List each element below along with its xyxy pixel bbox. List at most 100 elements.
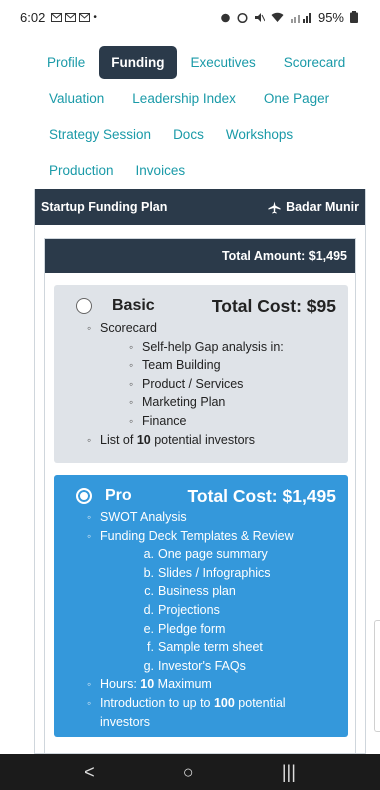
sub-feature-item: e. Pledge form	[134, 620, 348, 639]
mail-icon	[51, 12, 63, 22]
sub-feature-item: b. Slides / Infographics	[134, 564, 348, 583]
status-left: 6:02 •	[20, 10, 97, 25]
sub-feature-item: c. Business plan	[134, 582, 348, 601]
side-floating-tab[interactable]	[374, 620, 380, 732]
feature-text: potential investors	[150, 432, 255, 447]
status-bar: 6:02 • 95%	[0, 0, 380, 34]
tab-executives[interactable]: Executives	[181, 47, 266, 78]
plan-cost: Total Cost: $95	[211, 295, 336, 316]
feature-number: 10	[136, 432, 151, 447]
recents-button[interactable]: |||	[282, 762, 296, 783]
plan-card-header: Pro Total Cost: $1,495	[54, 481, 348, 511]
sub-feature-text: Projections	[158, 602, 220, 617]
sub-feature-item: Finance	[129, 412, 348, 431]
status-right: 95%	[220, 10, 358, 25]
tab-docs[interactable]: Docs	[163, 119, 214, 150]
sub-feature-text: Business plan	[158, 584, 236, 599]
mail-icon	[79, 12, 91, 22]
signal-icon	[290, 12, 311, 23]
nav-row-2: Valuation Leadership Index One Pager	[39, 80, 368, 116]
plan-name: Pro	[105, 487, 132, 504]
feature-item: Introduction to up to 100 potential inve…	[87, 694, 348, 731]
notification-icons: •	[51, 12, 97, 23]
feature-item: Funding Deck Templates & Review a. One pa…	[87, 527, 348, 676]
plan-cost: Total Cost: $1,495	[187, 485, 336, 506]
battery-percent: 95%	[317, 9, 344, 25]
plan-radio-pro[interactable]	[76, 488, 92, 504]
sub-feature-item: a. One page summary	[134, 545, 348, 564]
nav-row-1: Profile Funding Executives Scorecard	[37, 44, 368, 80]
funding-plan-panel: Startup Funding Plan Badar Munir Total A…	[34, 189, 366, 754]
user-name: Badar Munir	[286, 200, 359, 214]
feature-number: 10	[140, 677, 155, 692]
tab-invoices[interactable]: Invoices	[126, 155, 196, 186]
tab-one-pager[interactable]: One Pager	[254, 83, 339, 114]
status-time: 6:02	[20, 9, 46, 25]
feature-number: 100	[213, 695, 235, 710]
feature-list: SWOT Analysis Funding Deck Templates & R…	[54, 508, 348, 731]
feature-list: Scorecard Self-help Gap analysis in: Tea…	[54, 319, 348, 449]
tab-workshops[interactable]: Workshops	[216, 119, 303, 150]
tab-strategy-session[interactable]: Strategy Session	[39, 119, 161, 150]
home-button[interactable]: ○	[183, 762, 194, 783]
tab-valuation[interactable]: Valuation	[39, 83, 114, 114]
feature-text: List of	[100, 432, 137, 447]
tab-profile[interactable]: Profile	[37, 47, 95, 78]
sub-feature-text: Investor's FAQs	[158, 658, 246, 673]
list-marker: b.	[143, 565, 154, 580]
feature-item: List of 10 potential investors	[87, 431, 348, 450]
tab-funding[interactable]: Funding	[99, 45, 177, 79]
feature-text: potential	[234, 695, 286, 710]
sub-feature-item: f. Sample term sheet	[134, 638, 348, 657]
feature-item: SWOT Analysis	[87, 508, 348, 527]
plan-name: Basic	[112, 297, 155, 314]
alarm-icon	[237, 12, 248, 23]
feature-text: Funding Deck Templates & Review	[100, 528, 294, 543]
mail-icon	[65, 12, 77, 22]
sub-feature-item: Self-help Gap analysis in:	[129, 338, 348, 357]
alarm-icon	[221, 13, 230, 22]
tab-production[interactable]: Production	[39, 155, 124, 186]
list-marker: e.	[143, 621, 154, 636]
sub-feature-list: a. One page summary b. Slides / Infographi…	[100, 545, 348, 675]
plan-radio-basic[interactable]	[76, 298, 92, 314]
feature-item: Hours: 10 Maximum	[87, 675, 348, 694]
back-button[interactable]: <	[84, 762, 95, 783]
sub-feature-text: One page summary	[158, 547, 268, 562]
plan-card-pro[interactable]: Pro Total Cost: $1,495 SWOT Analysis Fun…	[54, 475, 348, 737]
plan-card-header: Basic Total Cost: $95	[54, 291, 348, 321]
sub-feature-text: Slides / Infographics	[158, 565, 271, 580]
list-marker: d.	[143, 602, 154, 617]
user-info: Badar Munir	[268, 200, 359, 214]
mute-icon	[254, 12, 265, 22]
sub-feature-item: Team Building	[129, 356, 348, 375]
total-amount-bar: Total Amount: $1,495	[45, 239, 355, 273]
plan-container: Total Amount: $1,495 Basic Total Cost: $…	[44, 238, 356, 753]
nav-row-4: Production Invoices	[39, 152, 368, 188]
section-nav: Profile Funding Executives Scorecard Val…	[38, 44, 368, 188]
feature-text: Scorecard	[100, 321, 157, 335]
total-amount: Total Amount: $1,495	[221, 249, 347, 263]
tab-leadership-index[interactable]: Leadership Index	[122, 83, 246, 114]
list-marker: f.	[147, 640, 154, 655]
feature-text: investors	[100, 714, 151, 729]
sub-feature-list: Self-help Gap analysis in: Team Building…	[100, 338, 348, 431]
dot-icon: •	[93, 11, 97, 23]
sub-feature-item: Product / Services	[129, 375, 348, 394]
sub-feature-item: Marketing Plan	[129, 393, 348, 412]
wifi-icon	[271, 12, 284, 22]
list-marker: g.	[143, 658, 154, 673]
sub-feature-item: g. Investor's FAQs	[134, 657, 348, 676]
battery-icon	[350, 11, 358, 23]
sub-feature-item: d. Projections	[134, 601, 348, 620]
list-marker: a.	[143, 547, 154, 562]
panel-title: Startup Funding Plan	[41, 200, 168, 214]
tab-scorecard[interactable]: Scorecard	[274, 47, 356, 78]
nav-row-3: Strategy Session Docs Workshops	[39, 116, 368, 152]
feature-text: Introduction to up to	[100, 695, 214, 710]
feature-text: Hours:	[100, 677, 141, 692]
sub-feature-text: Pledge form	[158, 621, 226, 636]
feature-text: Maximum	[154, 677, 212, 692]
feature-item: Scorecard Self-help Gap analysis in: Tea…	[87, 319, 348, 431]
plan-card-basic[interactable]: Basic Total Cost: $95 Scorecard Self-hel…	[54, 285, 348, 463]
